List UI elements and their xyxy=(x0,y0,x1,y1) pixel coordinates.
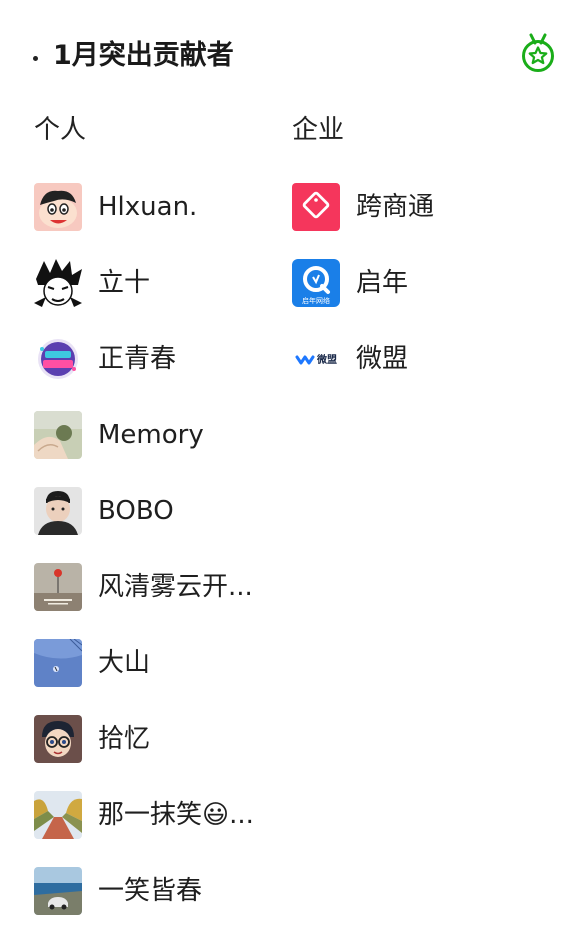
kuashangtong-logo-icon xyxy=(292,183,340,231)
contributor-name: 拾忆 xyxy=(98,724,151,754)
seaside-car-avatar xyxy=(34,867,82,915)
contributor-name: 风清雾云开... xyxy=(98,572,253,602)
weimob-logo-text: 微盟 xyxy=(316,353,337,366)
page-title: 1月突出贡献者 xyxy=(53,40,234,71)
qinian-logo-text: 启年网络 xyxy=(302,296,330,305)
company-column-header: 企业 xyxy=(292,115,345,145)
contributor-name: 立十 xyxy=(98,268,151,298)
qinian-logo-icon: 启年网络 xyxy=(292,259,340,307)
contributor-name: 大山 xyxy=(98,648,151,678)
company-name: 启年 xyxy=(356,268,409,298)
company-name: 跨商通 xyxy=(356,192,435,222)
contributor-name: Memory xyxy=(98,420,204,450)
contributor-name: 那一抹笑😃... xyxy=(98,800,254,830)
autumn-road-avatar xyxy=(34,791,82,839)
medal-star-icon[interactable] xyxy=(519,33,557,73)
blue-sky-avatar xyxy=(34,639,82,687)
manga-portrait-avatar xyxy=(34,259,82,307)
header: 1月突出贡献者 xyxy=(0,0,580,110)
contributor-name: Hlxuan. xyxy=(98,192,198,222)
person-photo-avatar xyxy=(34,487,82,535)
company-name: 微盟 xyxy=(356,344,409,374)
bullet-dot xyxy=(33,56,38,61)
poster-avatar xyxy=(34,563,82,611)
cartoon-boy-avatar xyxy=(34,183,82,231)
personal-column-header: 个人 xyxy=(34,115,87,145)
contributor-name: BOBO xyxy=(98,496,174,526)
contributor-name: 正青春 xyxy=(98,344,177,374)
anime-detective-avatar xyxy=(34,715,82,763)
contributor-name: 一笑皆春 xyxy=(98,876,203,906)
badge-logo-avatar xyxy=(34,335,82,383)
weimob-logo-icon: 微盟 xyxy=(292,335,340,383)
hand-photo-avatar xyxy=(34,411,82,459)
